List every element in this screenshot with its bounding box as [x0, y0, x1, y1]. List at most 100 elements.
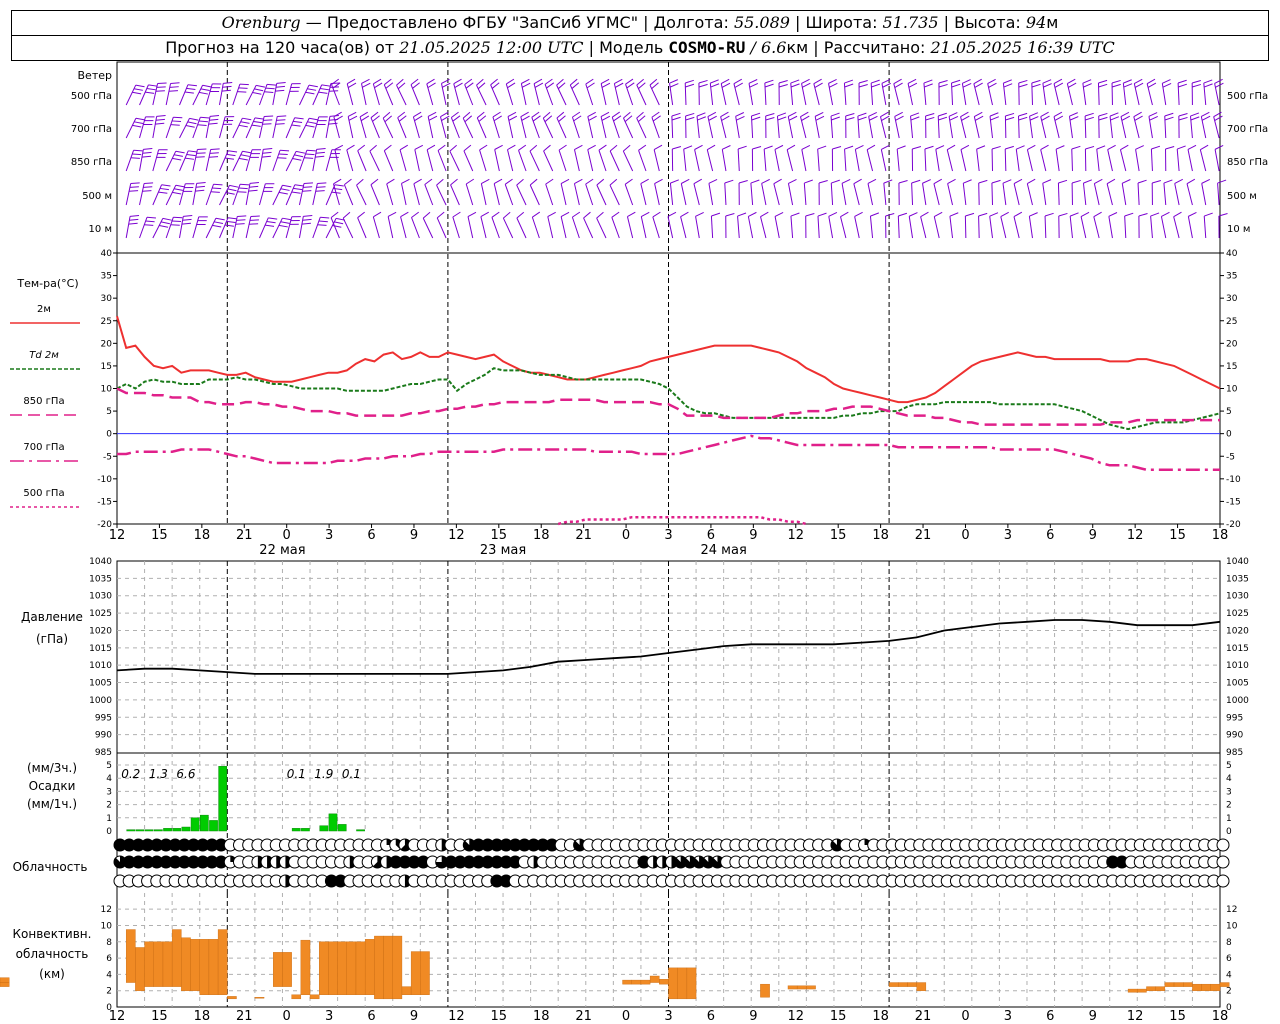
wind-barb	[387, 211, 397, 239]
bottom-hour-label: 18	[872, 1009, 889, 1024]
conv-cloud-bar	[282, 952, 292, 987]
bottom-hour-label: 3	[664, 1009, 672, 1024]
bottom-hour-label: 12	[448, 1009, 465, 1024]
wind-barb	[1109, 112, 1120, 139]
wind-barb	[422, 211, 434, 239]
wind-barb	[1002, 79, 1013, 106]
date-label: 22 мая	[259, 543, 305, 558]
wind-barb	[1097, 79, 1108, 106]
wind-barb	[1042, 79, 1052, 106]
wind-barb	[854, 144, 864, 172]
precip-title: Осадки	[29, 779, 76, 793]
wind-barb	[818, 180, 828, 206]
wind-barb	[1106, 178, 1116, 206]
wind-barb	[1071, 179, 1081, 206]
wind-barb	[830, 112, 840, 139]
wind-barb	[479, 144, 488, 172]
wind-barb	[1013, 178, 1023, 206]
wind-barb	[991, 179, 1001, 206]
wind-barb	[529, 178, 540, 206]
date-label: 23 мая	[480, 543, 526, 558]
temp-legend-label: Td 2м	[29, 350, 59, 361]
wind-barb	[1002, 179, 1012, 206]
wind-barb	[709, 79, 720, 106]
wind-barb	[502, 211, 514, 239]
bottom-hour-label: 21	[575, 1009, 592, 1024]
wind-barb	[1082, 79, 1092, 106]
wind-barb	[450, 111, 461, 139]
wind-barb	[1053, 111, 1064, 139]
wind-barb	[571, 111, 582, 139]
wind-barb	[947, 178, 956, 206]
wind-barb	[1107, 144, 1116, 172]
hour-label: 9	[410, 528, 418, 543]
wind-barb	[989, 212, 999, 239]
pres-ytick-right: 1030	[1226, 592, 1249, 602]
wind-barb	[786, 144, 796, 172]
wind-barb	[1163, 179, 1173, 206]
precip-ytick-left: 3	[106, 787, 112, 797]
wind-barb	[1018, 112, 1028, 139]
conv-cloud-bar	[300, 939, 311, 995]
hour-label: 0	[283, 528, 291, 543]
meteogram: Ветер 500 гПа 500 гПа 700 гПа 700 гПа 850 гПа…	[0, 61, 1268, 1024]
wind-barb	[1084, 145, 1095, 172]
wind-barb	[245, 149, 262, 172]
wind-barb	[960, 144, 970, 172]
conv-cloud-bar	[319, 941, 329, 995]
pres-ytick-left: 1020	[89, 626, 112, 636]
wind-barb	[507, 111, 518, 139]
bottom-hour-label: 6	[707, 1009, 715, 1024]
conv-cloud-bar	[383, 935, 393, 1000]
wind-barb	[920, 211, 929, 239]
hour-label: 6	[367, 528, 375, 543]
pres-ytick-left: 1040	[89, 557, 112, 567]
wind-barb	[463, 144, 474, 172]
wind-barb	[357, 144, 367, 172]
wind-barb	[467, 211, 477, 239]
wind-barb	[961, 79, 972, 106]
wind-barb	[764, 79, 774, 106]
wind-barb	[1161, 79, 1172, 106]
hour-label: 3	[325, 528, 333, 543]
bottom-hour-label: 12	[787, 1009, 804, 1024]
wind-barb	[735, 112, 745, 139]
conv-cloud-bar	[916, 982, 927, 991]
wind-title: Ветер	[78, 69, 112, 82]
wind-barb	[817, 145, 827, 172]
wind-barb	[573, 144, 583, 172]
temp-ytick-right: 10	[1226, 385, 1238, 395]
temp-ytick-right: 35	[1226, 272, 1237, 282]
wind-barb	[410, 78, 420, 106]
conv-cloud-bar	[0, 982, 10, 987]
wind-barb	[1120, 111, 1131, 139]
wind-barb	[369, 144, 380, 172]
conv-cloud-bar	[1219, 982, 1230, 987]
precip-bar	[190, 817, 200, 832]
wind-barb	[1018, 79, 1028, 106]
precip-bar	[126, 829, 136, 832]
wind-barb	[1096, 145, 1106, 172]
wind-barb	[545, 178, 554, 206]
conv-cloud-bar	[337, 941, 347, 995]
wind-barb	[125, 215, 140, 239]
wind-barb	[491, 211, 500, 239]
wind-barb	[492, 111, 502, 139]
bottom-hour-label: 18	[1212, 1009, 1229, 1024]
precip-bar	[154, 829, 163, 832]
wind-barb	[1217, 179, 1227, 206]
wind-barb	[721, 145, 731, 172]
wind-barb	[1173, 211, 1182, 239]
wind-barb	[858, 80, 868, 106]
conv-cloud-bar	[888, 982, 899, 987]
wind-barb	[924, 145, 934, 172]
wind-barb	[989, 112, 999, 139]
conv-cloud-bar	[181, 937, 191, 991]
temp-ytick-left: 0	[106, 430, 112, 440]
wind-barb	[1133, 78, 1144, 106]
conv-cloud-bar	[420, 951, 430, 995]
precip-ytick-right: 3	[1226, 787, 1232, 797]
wind-barb	[946, 144, 956, 172]
temp-ytick-right: -10	[1226, 475, 1241, 485]
wind-barb	[258, 147, 273, 172]
